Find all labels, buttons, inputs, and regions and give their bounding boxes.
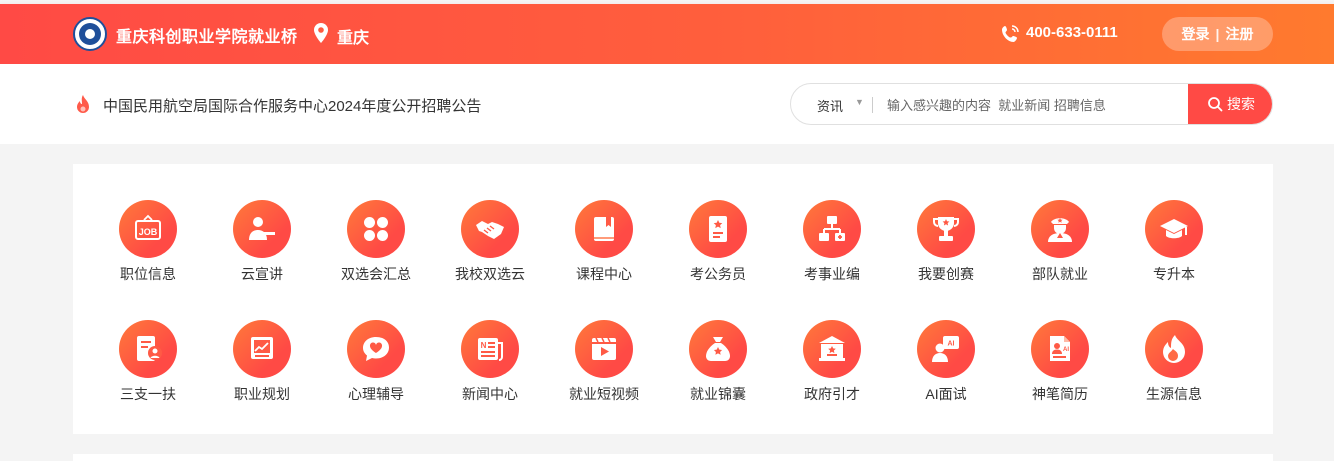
tile-psych-counseling[interactable]: 心理辅导 (319, 320, 433, 408)
feature-grid: JOB 职位信息 云宣讲 双选会汇总 我校双选云 课程中心 考公务员 考事业编 … (91, 200, 1231, 408)
tile-label: 职业规划 (234, 386, 290, 402)
money-bag-icon (706, 337, 730, 361)
search-category-select[interactable]: 资讯 (817, 96, 843, 115)
tile-career-tips[interactable]: 就业锦囊 (661, 320, 775, 408)
tile-cloud-talk[interactable]: 云宣讲 (205, 200, 319, 288)
tile-label: 专升本 (1153, 266, 1195, 282)
search-input[interactable] (887, 90, 1177, 120)
tile-label: 我校双选云 (455, 266, 525, 282)
site-name[interactable]: 重庆科创职业学院就业桥 (116, 23, 298, 47)
search-box: 资讯 ▼ 搜索 (790, 83, 1273, 125)
tile-label: 云宣讲 (241, 266, 283, 282)
svg-text:JOB: JOB (139, 227, 158, 237)
tile-entrepreneur-contest[interactable]: 我要创赛 (889, 200, 1003, 288)
tile-civil-service[interactable]: 考公务员 (661, 200, 775, 288)
flame-icon (1163, 335, 1185, 363)
tile-career-planning[interactable]: 职业规划 (205, 320, 319, 408)
tile-label: 我要创赛 (918, 266, 974, 282)
header-bar: 重庆科创职业学院就业桥 重庆 400-633-0111 登录 | 注册 (0, 4, 1334, 64)
tile-job-fair-summary[interactable]: 双选会汇总 (319, 200, 433, 288)
ai-interview-icon: AI (932, 336, 959, 362)
book-icon (594, 217, 614, 241)
tile-label: AI面试 (925, 386, 967, 402)
tile-military-employment[interactable]: 部队就业 (1003, 200, 1117, 288)
tile-label: 就业锦囊 (690, 386, 746, 402)
search-divider (872, 97, 873, 113)
government-building-icon (819, 336, 845, 361)
svg-text:AI: AI (948, 341, 955, 348)
tile-government-talent[interactable]: 政府引才 (775, 320, 889, 408)
notice-headline[interactable]: 中国民用航空局国际合作服务中心2024年度公开招聘公告 (103, 95, 481, 116)
tile-upgrade-degree[interactable]: 专升本 (1117, 200, 1231, 288)
tile-label: 职位信息 (120, 266, 176, 282)
tile-label: 课程中心 (576, 266, 632, 282)
login-register-button[interactable]: 登录 | 注册 (1162, 17, 1273, 51)
tile-label: 双选会汇总 (341, 266, 411, 282)
search-row: 中国民用航空局国际合作服务中心2024年度公开招聘公告 资讯 ▼ 搜索 (0, 64, 1334, 144)
tile-school-fair-cloud[interactable]: 我校双选云 (433, 200, 547, 288)
newspaper-icon: N (478, 338, 503, 361)
location-text[interactable]: 重庆 (337, 24, 369, 48)
search-icon (1208, 97, 1223, 112)
login-separator: | (1215, 26, 1220, 42)
tile-label: 神笔简历 (1032, 386, 1088, 402)
tile-short-videos[interactable]: 就业短视频 (547, 320, 661, 408)
tile-label: 生源信息 (1146, 386, 1202, 402)
clover-icon (364, 217, 388, 241)
tile-ai-resume[interactable]: AI 神笔简历 (1003, 320, 1117, 408)
soldier-icon (1048, 218, 1072, 242)
caret-down-icon[interactable]: ▼ (855, 97, 864, 107)
heart-chat-icon (363, 337, 389, 361)
handshake-icon (476, 221, 504, 239)
tile-label: 政府引才 (804, 386, 860, 402)
phone-number: 400-633-0111 (1026, 24, 1118, 41)
tile-label: 考事业编 (804, 266, 860, 282)
tile-job-info[interactable]: JOB 职位信息 (91, 200, 205, 288)
tile-public-institution[interactable]: 考事业编 (775, 200, 889, 288)
next-section-panel (73, 454, 1273, 461)
tile-label: 部队就业 (1032, 266, 1088, 282)
svg-text:AI: AI (1063, 347, 1069, 353)
tile-ai-interview[interactable]: AI AI面试 (889, 320, 1003, 408)
location-pin-icon[interactable] (312, 22, 330, 44)
tile-news-center[interactable]: N 新闻中心 (433, 320, 547, 408)
tile-label: 心理辅导 (348, 386, 404, 402)
trend-chart-icon (251, 337, 273, 359)
tile-label: 三支一扶 (120, 386, 176, 402)
ai-resume-icon: AI (1050, 336, 1070, 361)
graduation-cap-icon (1160, 219, 1188, 239)
search-button-label: 搜索 (1227, 96, 1255, 112)
resume-person-icon (137, 336, 162, 361)
tile-course-center[interactable]: 课程中心 (547, 200, 661, 288)
hot-flame-icon (77, 95, 89, 113)
tile-label: 考公务员 (690, 266, 746, 282)
org-chart-icon (819, 216, 845, 241)
tile-three-supports[interactable]: 三支一扶 (91, 320, 205, 408)
trophy-icon (933, 217, 959, 241)
phone-icon (1002, 25, 1019, 42)
tile-label: 就业短视频 (569, 386, 639, 402)
search-button[interactable]: 搜索 (1188, 84, 1272, 124)
presenter-icon (249, 217, 275, 240)
job-board-icon: JOB (135, 214, 161, 240)
tile-student-source[interactable]: 生源信息 (1117, 320, 1231, 408)
login-link[interactable]: 登录 (1182, 24, 1210, 44)
feature-grid-panel: JOB 职位信息 云宣讲 双选会汇总 我校双选云 课程中心 考公务员 考事业编 … (73, 164, 1273, 434)
register-link[interactable]: 注册 (1225, 24, 1253, 44)
tile-label: 新闻中心 (462, 386, 518, 402)
document-star-icon (709, 216, 727, 242)
svg-text:N: N (481, 341, 487, 350)
video-play-icon (592, 337, 616, 360)
school-logo[interactable] (73, 17, 107, 51)
